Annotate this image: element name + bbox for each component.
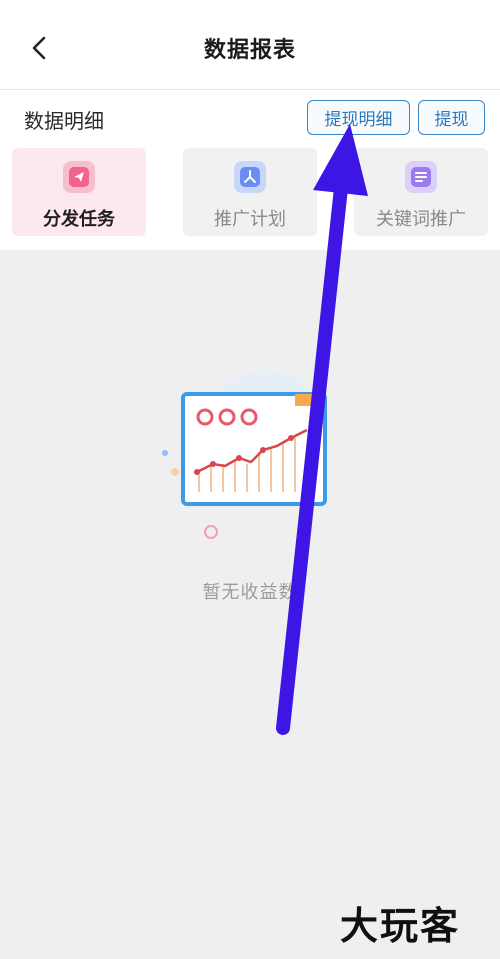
network-icon (234, 161, 266, 193)
nav-bar: 数据报表 (0, 0, 500, 90)
tab-distribution-task[interactable]: 分发任务 (12, 148, 146, 236)
tab-promotion-plan[interactable]: 推广计划 (183, 148, 317, 236)
withdraw-detail-button[interactable]: 提现明细 (307, 100, 410, 135)
empty-state-illustration (155, 360, 345, 550)
watermark-logo: 大玩客 (340, 904, 461, 948)
chart-board-icon (162, 370, 327, 539)
tab-keyword-promotion[interactable]: 关键词推广 (354, 148, 488, 236)
withdraw-button[interactable]: 提现 (418, 100, 485, 135)
page-title: 数据报表 (203, 38, 296, 63)
empty-state-text: 暂无收益数 (202, 582, 298, 603)
section-header: 数据明细 提现明细 提现 (0, 90, 500, 146)
tab-label: 关键词推广 (376, 209, 466, 230)
category-tabs: 分发任务 推广计划 关键词推广 (0, 146, 500, 250)
network-glyph (240, 167, 260, 187)
paper-plane-glyph (69, 167, 89, 187)
paper-plane-icon (63, 161, 95, 193)
section-title: 数据明细 (24, 109, 104, 133)
tab-label: 推广计划 (214, 209, 286, 230)
document-glyph (411, 167, 431, 187)
tab-label: 分发任务 (43, 209, 115, 230)
document-icon (405, 161, 437, 193)
